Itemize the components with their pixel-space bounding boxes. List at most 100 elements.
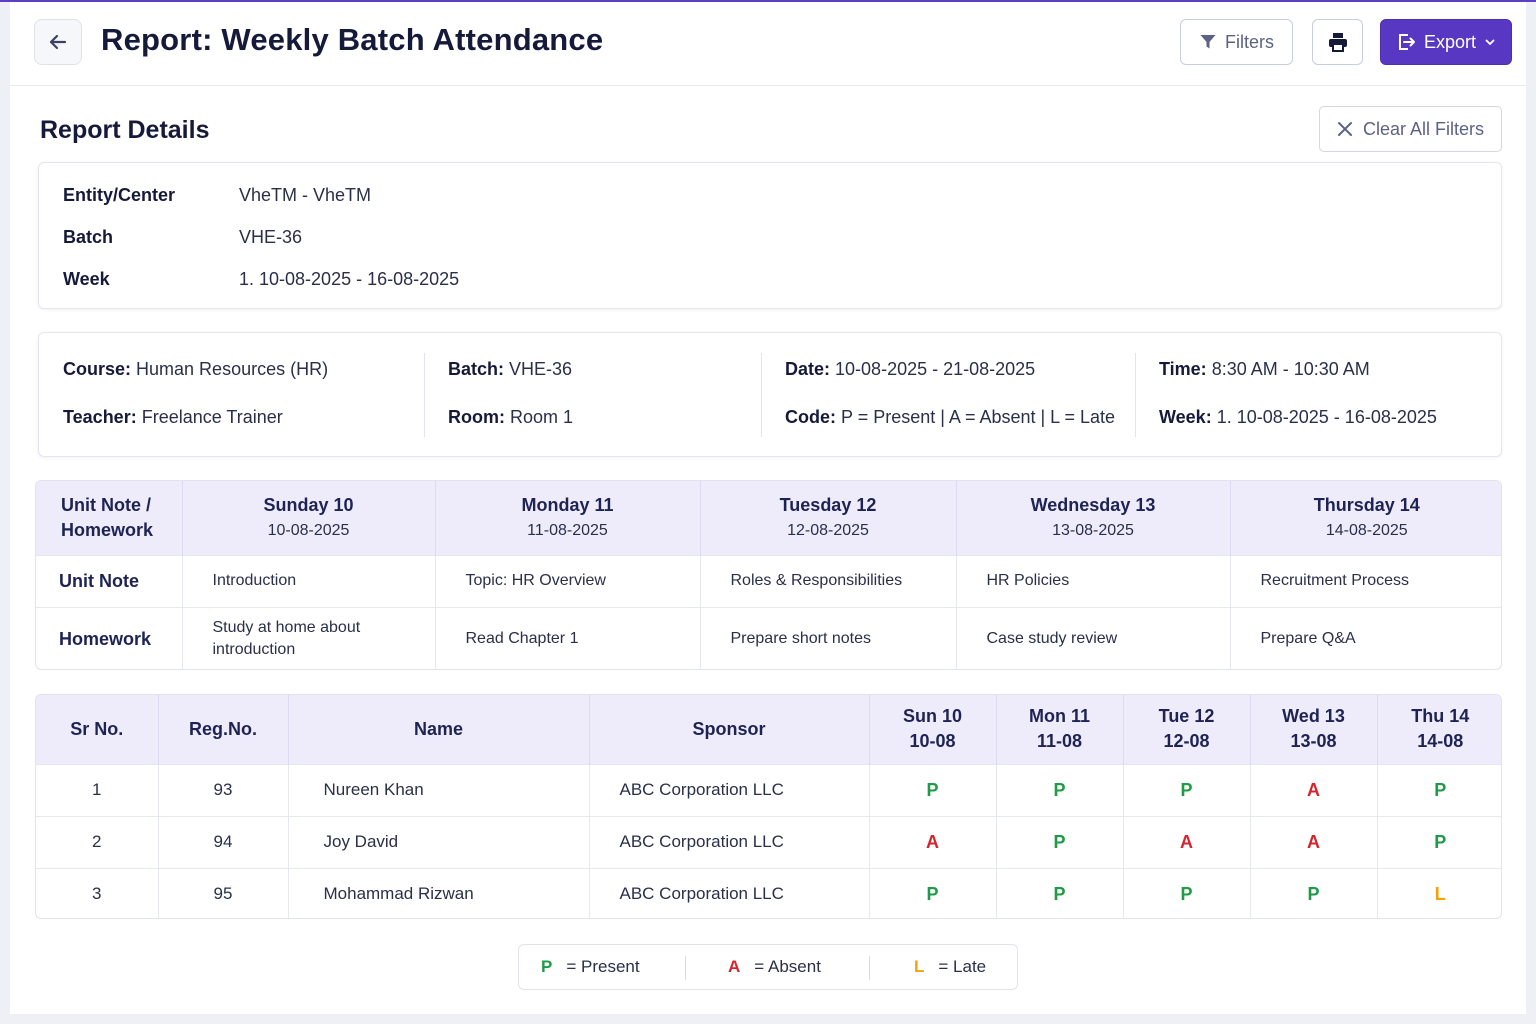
unit-note-cell: Recruitment Process: [1230, 554, 1501, 607]
time-info: Time: 8:30 AM - 10:30 AM: [1159, 359, 1370, 380]
course-info-card: Course: Human Resources (HR) Teacher: Fr…: [38, 332, 1502, 457]
sr-cell: 2: [36, 815, 159, 868]
sponsor-cell: ABC Corporation LLC: [589, 867, 870, 918]
legend-text: = Late: [938, 957, 987, 976]
attendance-cell: A: [869, 815, 997, 868]
teacher-value: Freelance Trainer: [141, 407, 283, 427]
time-label: Time:: [1159, 359, 1207, 379]
attendance-cell: P: [1377, 763, 1501, 816]
sr-cell: 3: [36, 867, 159, 918]
name-cell: Joy David: [288, 815, 590, 868]
col-header-mon: Mon 11 11-08: [996, 695, 1124, 764]
attendance-mark: A: [926, 831, 939, 852]
page-header: Report: Weekly Batch Attendance Filters …: [10, 2, 1526, 86]
row-label: Homework: [36, 606, 183, 669]
legend-code: A: [728, 957, 741, 976]
day-header-monday: Monday 11 11-08-2025: [435, 481, 701, 555]
attendance-cell: P: [996, 867, 1124, 918]
col-header-tue: Tue 12 12-08: [1123, 695, 1251, 764]
homework-row: Homework Study at home about introductio…: [36, 606, 1501, 669]
legend-text: = Absent: [754, 957, 821, 976]
table-row: 2 94 Joy David ABC Corporation LLC A P A A P: [36, 815, 1501, 868]
legend-code: L: [914, 957, 925, 976]
attendance-cell: A: [1123, 815, 1251, 868]
attendance-mark: P: [1180, 883, 1193, 904]
name-cell: Nureen Khan: [288, 763, 590, 816]
col-header-name: Name: [288, 695, 590, 764]
legend-present: P = Present: [541, 945, 640, 989]
attendance-mark: P: [926, 883, 939, 904]
homework-cell: Prepare Q&A: [1230, 606, 1501, 669]
unit-note-row: Unit Note Introduction Topic: HR Overvie…: [36, 554, 1501, 607]
reg-cell: 95: [158, 867, 289, 918]
close-icon: [1337, 122, 1352, 136]
attendance-cell: P: [996, 815, 1124, 868]
table-row: 1 93 Nureen Khan ABC Corporation LLC P P P A P: [36, 763, 1501, 816]
attendance-mark: P: [1053, 831, 1066, 852]
unit-note-cell: Roles & Responsibilities: [700, 554, 957, 607]
divider: [424, 353, 425, 437]
back-button[interactable]: [34, 19, 82, 65]
detail-label: Week: [63, 269, 110, 289]
time-value: 8:30 AM - 10:30 AM: [1211, 359, 1370, 379]
attendance-cell: L: [1377, 867, 1501, 918]
legend-late: L = Late: [914, 945, 986, 989]
homework-cell: Read Chapter 1: [435, 606, 701, 669]
date-label: Date:: [785, 359, 831, 379]
unit-note-cell: Introduction: [182, 554, 436, 607]
attendance-cell: A: [1250, 815, 1378, 868]
attendance-mark: P: [1053, 779, 1066, 800]
attendance-mark: P: [1307, 883, 1320, 904]
print-button[interactable]: [1312, 19, 1363, 65]
attendance-mark: P: [1434, 831, 1447, 852]
arrow-left-icon: [49, 34, 67, 50]
detail-value: VHE-36: [239, 227, 303, 247]
section-title: Report Details: [40, 116, 210, 144]
day-header-wednesday: Wednesday 13 13-08-2025: [956, 481, 1231, 555]
reg-cell: 94: [158, 815, 289, 868]
corner-header: Unit Note / Homework: [36, 481, 183, 555]
batch-label: Batch:: [448, 359, 505, 379]
course-label: Course:: [63, 359, 132, 379]
week-label: Week:: [1159, 407, 1212, 427]
unit-note-cell: HR Policies: [956, 554, 1231, 607]
reg-cell: 93: [158, 763, 289, 816]
col-header-sun: Sun 10 10-08: [869, 695, 997, 764]
attendance-legend: P = Present A = Absent L = Late: [518, 944, 1018, 990]
date-info: Date: 10-08-2025 - 21-08-2025: [785, 359, 1035, 380]
printer-icon: [1328, 33, 1347, 52]
week-info: Week: 1. 10-08-2025 - 16-08-2025: [1159, 407, 1437, 428]
export-button[interactable]: Export: [1380, 19, 1512, 65]
week-value: 1. 10-08-2025 - 16-08-2025: [1216, 407, 1437, 427]
detail-value: VheTM - VheTM: [239, 185, 372, 205]
divider: [869, 956, 870, 980]
legend-code: P: [541, 957, 553, 976]
clear-all-filters-label: Clear All Filters: [1362, 118, 1485, 139]
day-header-sunday: Sunday 10 10-08-2025: [182, 481, 436, 555]
course-value: Human Resources (HR): [136, 359, 329, 379]
attendance-mark: P: [926, 779, 939, 800]
batch-value: VHE-36: [509, 359, 573, 379]
detail-value: 1. 10-08-2025 - 16-08-2025: [239, 269, 460, 289]
homework-cell: Case study review: [956, 606, 1231, 669]
filters-button[interactable]: Filters: [1180, 19, 1293, 65]
attendance-cell: P: [869, 763, 997, 816]
attendance-mark: A: [1180, 831, 1193, 852]
attendance-mark: A: [1307, 831, 1320, 852]
col-header-sr: Sr No.: [36, 695, 159, 764]
report-page: Report: Weekly Batch Attendance Filters …: [10, 2, 1526, 1014]
divider: [1135, 353, 1136, 437]
attendance-mark: A: [1307, 779, 1320, 800]
attendance-cell: P: [1123, 763, 1251, 816]
attendance-table: Sr No. Reg.No. Name Sponsor Sun 10 10-08 …: [35, 694, 1502, 919]
code-info: Code: P = Present | A = Absent | L = Lat…: [785, 407, 1115, 428]
detail-label: Batch: [63, 227, 114, 247]
report-details-card: Entity/Center VheTM - VheTM Batch VHE-36…: [38, 162, 1502, 309]
attendance-cell: P: [869, 867, 997, 918]
legend-absent: A = Absent: [728, 945, 821, 989]
batch-info: Batch: VHE-36: [448, 359, 572, 380]
col-header-sponsor: Sponsor: [589, 695, 870, 764]
clear-all-filters-button[interactable]: Clear All Filters: [1319, 106, 1502, 152]
attendance-mark: P: [1180, 779, 1193, 800]
attendance-cell: A: [1250, 763, 1378, 816]
